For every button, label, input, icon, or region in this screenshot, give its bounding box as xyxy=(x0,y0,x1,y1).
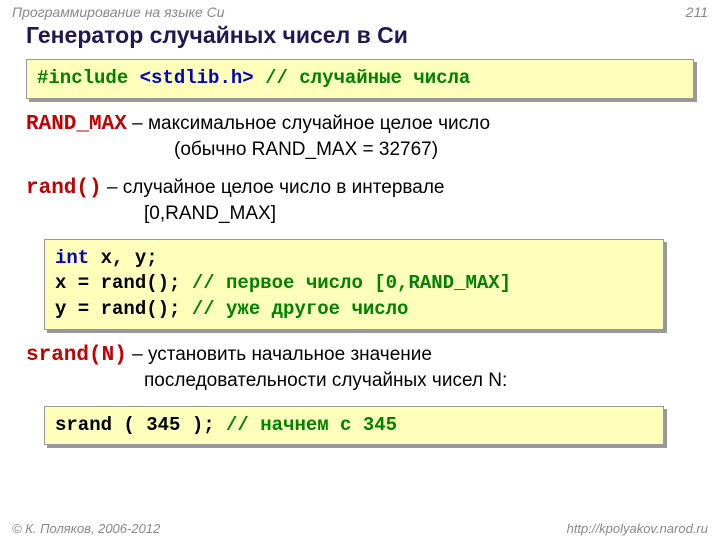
rand-desc: – случайное целое число в интервале xyxy=(102,177,445,198)
srand-row: srand(N) – установить начальное значение xyxy=(26,342,694,369)
body-content: RAND_MAX – максимальное случайное целое … xyxy=(26,111,694,227)
srand-sub: последовательности случайных чисел N: xyxy=(144,369,694,394)
rand-kw: rand() xyxy=(26,177,102,200)
srand-kw: srand(N) xyxy=(26,344,127,367)
include-header: <stdlib.h> xyxy=(140,67,254,89)
rand-example-box: int x, y; x = rand(); // первое число [0… xyxy=(44,239,664,330)
copyright: © К. Поляков, 2006-2012 xyxy=(12,521,160,536)
srand-example-box: srand ( 345 ); // начнем с 345 xyxy=(44,406,664,446)
include-code-box: #include <stdlib.h> // случайные числа xyxy=(26,59,694,99)
srand-desc: – установить начальное значение xyxy=(127,344,432,365)
code-line-2: x = rand(); // первое число [0,RAND_MAX] xyxy=(55,271,653,297)
footer-bar: © К. Поляков, 2006-2012 http://kpolyakov… xyxy=(0,521,720,536)
page-number: 211 xyxy=(686,4,708,20)
srand-block: srand(N) – установить начальное значение… xyxy=(26,342,694,394)
include-comment: // случайные числа xyxy=(265,67,470,89)
header-bar: Программирование на языке Си 211 xyxy=(0,0,720,20)
slide-title: Генератор случайных чисел в Си xyxy=(26,22,720,49)
preproc-directive: #include xyxy=(37,67,140,89)
footer-url: http://kpolyakov.narod.ru xyxy=(567,521,708,536)
slide: Программирование на языке Си 211 Генерат… xyxy=(0,0,720,540)
code-line-1: int x, y; xyxy=(55,246,653,272)
randmax-desc: – максимальное случайное целое число xyxy=(127,113,490,134)
rand-sub: [0,RAND_MAX] xyxy=(144,202,694,227)
randmax-sub: (обычно RAND_MAX = 32767) xyxy=(174,138,694,163)
randmax-kw: RAND_MAX xyxy=(26,113,127,136)
rand-row: rand() – случайное целое число в интерва… xyxy=(26,175,694,202)
code-line-3: y = rand(); // уже другое число xyxy=(55,297,653,323)
randmax-row: RAND_MAX – максимальное случайное целое … xyxy=(26,111,694,138)
course-label: Программирование на языке Си xyxy=(12,4,225,20)
